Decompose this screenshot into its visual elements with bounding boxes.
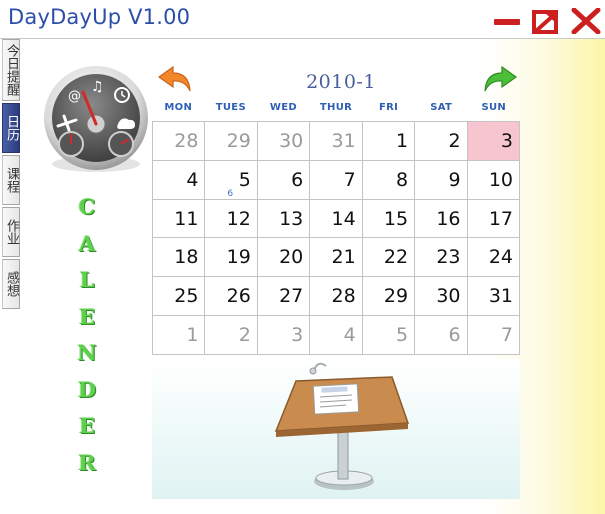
calendar-week-row: 1234567 (151, 315, 521, 355)
weekday-header: MON TUES WED THUR FRI SAT SUN (152, 102, 520, 118)
calendar-day-cell[interactable]: 28 (309, 276, 363, 317)
calendar-day-cell[interactable]: 10 (466, 159, 521, 200)
word-letter: N (77, 340, 97, 365)
calendar-day-cell[interactable]: 17 (466, 198, 521, 239)
calendar-day-cell[interactable]: 18 (151, 237, 206, 278)
calendar-day-cell[interactable]: 9 (414, 159, 468, 200)
title-bar: DayDayUp V1.00 (0, 0, 605, 39)
calendar-day-cell[interactable]: 23 (414, 237, 468, 278)
calendar-grid: 28 29 30 31 1 2 3 4 5 6 6 7 8 9 10 11 12 13 14 15 16 17 18 19 20… (151, 121, 521, 355)
calendar-day-today[interactable]: 3 (466, 121, 521, 161)
weekday-label: FRI (379, 102, 399, 113)
next-month-button[interactable] (480, 65, 518, 97)
calendar-day-cell[interactable]: 8 (361, 159, 416, 200)
word-letter: D (77, 376, 97, 402)
word-letter: A (78, 230, 96, 256)
window-title: DayDayUp V1.00 (8, 5, 191, 29)
close-icon (571, 8, 601, 34)
calendar-day-cell[interactable]: 13 (256, 198, 311, 239)
word-letter: E (78, 303, 95, 329)
calendar-day-cell[interactable]: 14 (309, 198, 363, 239)
calendar-day-cell[interactable]: 19 (204, 237, 258, 278)
calendar-day-cell[interactable]: 16 (414, 198, 468, 239)
calendar-week-row: 25 26 27 28 29 30 31 (151, 276, 521, 317)
calendar-day-cell[interactable]: 22 (361, 237, 416, 278)
calendar-day-cell[interactable]: 21 (309, 237, 363, 278)
calendar-week-row: 11 12 13 14 15 16 17 (151, 198, 521, 239)
calendar-day-cell[interactable]: 3 (256, 315, 311, 355)
calendar-day-cell[interactable]: 12 (204, 198, 258, 239)
restore-icon (532, 10, 558, 34)
dashboard-icon: @ ♫ (36, 64, 154, 176)
calendar-day-cell[interactable]: 26 (204, 276, 258, 317)
calendar-week-row: 18 19 20 21 22 23 24 (151, 237, 521, 278)
calendar-week-row: 28 29 30 31 1 2 3 (151, 121, 521, 161)
arrow-right-icon (484, 65, 518, 92)
word-letter: R (78, 449, 96, 475)
main-content: 今日提醒 日历 课程 作业 感想 @ ♫ C A L E N D E R 201… (0, 39, 605, 514)
previous-month-button[interactable] (157, 65, 195, 97)
calendar-day-cell[interactable]: 4 (309, 315, 363, 355)
weekday-label: TUES (215, 102, 246, 113)
weekday-label: SAT (430, 102, 453, 113)
podium-icon (274, 362, 410, 490)
word-letter: L (79, 267, 95, 292)
calendar-day-cell[interactable]: 1 (361, 121, 416, 161)
calendar-day-cell[interactable]: 29 (204, 121, 258, 161)
calendar-day-cell[interactable]: 2 (414, 121, 468, 161)
podium-panel (152, 359, 520, 499)
calendar-day-cell[interactable]: 29 (361, 276, 416, 317)
weekday-label: MON (164, 102, 193, 113)
calendar-day-cell[interactable]: 28 (151, 121, 206, 161)
calender-vertical-word: C A L E N D E R (74, 189, 100, 481)
calendar-day-cell[interactable]: 31 (309, 121, 363, 161)
arrow-left-icon (157, 65, 191, 92)
tab-homework[interactable]: 作业 (2, 207, 20, 257)
calendar-day-cell[interactable]: 25 (151, 276, 206, 317)
month-label: 2010-1 (306, 71, 376, 93)
event-marker: 6 (227, 188, 234, 199)
calendar-day-cell[interactable]: 31 (466, 276, 521, 317)
close-button[interactable] (571, 8, 601, 34)
calendar-day-cell[interactable]: 11 (151, 198, 206, 239)
svg-text:@: @ (68, 89, 81, 104)
side-tabs: 今日提醒 日历 课程 作业 感想 (2, 39, 22, 311)
calendar-day-cell[interactable]: 5 (361, 315, 416, 355)
calendar-day-cell[interactable]: 7 (309, 159, 363, 200)
calendar-day-cell[interactable]: 4 (151, 159, 206, 200)
weekday-label: THUR (319, 102, 353, 113)
weekday-label: WED (269, 102, 297, 113)
calendar-week-row: 4 5 6 6 7 8 9 10 (151, 159, 521, 200)
calendar-day-cell[interactable]: 56 (204, 159, 258, 200)
tab-thoughts[interactable]: 感想 (2, 259, 20, 309)
restore-button[interactable] (531, 8, 561, 34)
calendar-day-cell[interactable]: 30 (256, 121, 311, 161)
word-letter: C (78, 194, 96, 219)
calendar-day-cell[interactable]: 7 (466, 315, 521, 355)
calendar-day-cell[interactable]: 24 (466, 237, 521, 278)
calendar-day-cell[interactable]: 15 (361, 198, 416, 239)
calendar-day-cell[interactable]: 1 (151, 315, 206, 355)
word-letter: E (78, 413, 95, 438)
tab-daily-reminder[interactable]: 今日提醒 (2, 39, 20, 101)
calendar-day-cell[interactable]: 30 (414, 276, 468, 317)
svg-text:♫: ♫ (91, 79, 104, 95)
calendar-day-cell[interactable]: 20 (256, 237, 311, 278)
calendar-day-cell[interactable]: 6 (414, 315, 468, 355)
tab-courses[interactable]: 课程 (2, 155, 20, 205)
tab-calendar[interactable]: 日历 (2, 103, 20, 153)
calendar-day-cell[interactable]: 27 (256, 276, 311, 317)
calendar-day-cell[interactable]: 2 (204, 315, 258, 355)
minimize-button[interactable] (492, 8, 522, 34)
minimize-icon (494, 19, 520, 25)
calendar-day-cell[interactable]: 6 (256, 159, 311, 200)
weekday-label: SUN (481, 102, 507, 113)
